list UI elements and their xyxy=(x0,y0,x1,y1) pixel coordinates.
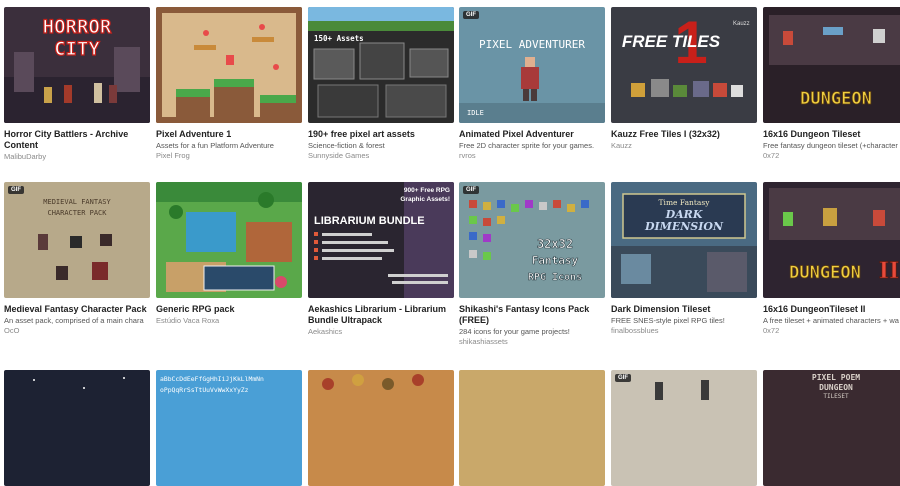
asset-author[interactable]: Aekashics xyxy=(308,327,454,337)
asset-card[interactable]: 32x32 Fantasy RPG Icons GIF Shikashi's F… xyxy=(459,182,605,347)
asset-card[interactable] xyxy=(308,370,454,486)
asset-thumbnail[interactable]: 150+ Assets xyxy=(308,7,454,123)
svg-text:Graphic Assets!: Graphic Assets! xyxy=(400,196,450,203)
asset-subtitle: FREE SNES-style pixel RPG tiles! xyxy=(611,316,725,325)
svg-text:LIBRARIUM BUNDLE: LIBRARIUM BUNDLE xyxy=(314,215,425,227)
asset-thumbnail[interactable] xyxy=(156,7,302,123)
asset-card[interactable]: PIXEL POEM DUNGEON TILESET xyxy=(763,370,900,486)
asset-card[interactable]: HORROR CITY Horror City Battlers - Archi… xyxy=(4,7,150,162)
asset-title[interactable]: Pixel Adventure 1 xyxy=(156,129,302,140)
asset-author[interactable]: finalbossblues xyxy=(611,326,757,336)
svg-text:DUNGEON: DUNGEON xyxy=(789,263,861,283)
gif-badge: GIF xyxy=(615,374,631,382)
asset-title[interactable]: Medieval Fantasy Character Pack xyxy=(4,304,150,315)
asset-title[interactable]: 190+ free pixel art assets xyxy=(308,129,454,140)
asset-subtitle: Science-fiction & forest xyxy=(308,141,385,150)
svg-text:900+ Free RPG: 900+ Free RPG xyxy=(404,187,450,194)
asset-author[interactable]: Estúdio Vaca Roxa xyxy=(156,316,302,326)
asset-card[interactable]: Pixel Adventure 1 Assets for a fun Platf… xyxy=(156,7,302,161)
svg-text:Time Fantasy: Time Fantasy xyxy=(659,198,711,207)
asset-card[interactable]: MEDIEVAL FANTASY CHARACTER PACK GIF Medi… xyxy=(4,182,150,336)
svg-text:DUNGEON: DUNGEON xyxy=(800,89,872,109)
asset-card[interactable]: 150+ Assets 190+ free pixel art assets S… xyxy=(308,7,454,161)
asset-card[interactable] xyxy=(4,370,150,486)
asset-thumbnail[interactable]: DUNGEON xyxy=(763,7,900,123)
asset-grid: HORROR CITY Horror City Battlers - Archi… xyxy=(0,0,900,486)
gif-badge: GIF xyxy=(463,186,479,194)
asset-author[interactable]: 0x72 xyxy=(763,151,900,161)
asset-subtitle: Assets for a fun Platform Adventure xyxy=(156,141,274,150)
asset-card[interactable] xyxy=(459,370,605,486)
asset-title[interactable]: Dark Dimension Tileset xyxy=(611,304,757,315)
asset-thumbnail[interactable]: 32x32 Fantasy RPG Icons GIF xyxy=(459,182,605,298)
asset-card[interactable]: Generic RPG pack Estúdio Vaca Roxa xyxy=(156,182,302,326)
asset-card[interactable]: 1 FREE TILES Kauzz Kauzz Free Tiles I (3… xyxy=(611,7,757,151)
asset-author[interactable]: MalibuDarby xyxy=(4,152,150,162)
asset-thumbnail[interactable]: PIXEL POEM DUNGEON TILESET xyxy=(763,370,900,486)
asset-thumbnail[interactable] xyxy=(4,370,150,486)
asset-thumbnail[interactable] xyxy=(308,370,454,486)
asset-title[interactable]: Generic RPG pack xyxy=(156,304,302,315)
svg-text:MEDIEVAL FANTASY: MEDIEVAL FANTASY xyxy=(43,198,111,206)
asset-thumbnail[interactable]: aBbCcDdEeFfGgHhIiJjKkLlMmNn oPpQqRrSsTtU… xyxy=(156,370,302,486)
asset-card[interactable]: 900+ Free RPG Graphic Assets! LIBRARIUM … xyxy=(308,182,454,337)
asset-thumbnail[interactable]: PIXEL ADVENTURER IDLE GIF xyxy=(459,7,605,123)
svg-text:TILESET: TILESET xyxy=(823,393,849,400)
asset-author[interactable]: rvros xyxy=(459,151,605,161)
asset-title[interactable]: Shikashi's Fantasy Icons Pack (FREE) xyxy=(459,304,605,326)
asset-card[interactable]: aBbCcDdEeFfGgHhIiJjKkLlMmNn oPpQqRrSsTtU… xyxy=(156,370,302,486)
svg-text:CHARACTER PACK: CHARACTER PACK xyxy=(47,209,107,217)
asset-thumbnail[interactable]: Time Fantasy DARK DIMENSION xyxy=(611,182,757,298)
asset-thumbnail[interactable]: 900+ Free RPG Graphic Assets! LIBRARIUM … xyxy=(308,182,454,298)
asset-card[interactable]: PIXEL ADVENTURER IDLE GIF Animated Pixel… xyxy=(459,7,605,161)
asset-thumbnail[interactable]: DUNGEON II xyxy=(763,182,900,298)
svg-text:32x32: 32x32 xyxy=(537,237,573,251)
asset-title[interactable]: Kauzz Free Tiles I (32x32) xyxy=(611,129,757,140)
svg-text:HORROR: HORROR xyxy=(43,16,112,38)
asset-title[interactable]: 16x16 DungeonTileset II xyxy=(763,304,900,315)
asset-subtitle: Free 2D character sprite for your games. xyxy=(459,141,595,150)
asset-thumbnail[interactable] xyxy=(156,182,302,298)
asset-author[interactable]: Pixel Frog xyxy=(156,151,302,161)
asset-subtitle: An asset pack, comprised of a main chara xyxy=(4,316,144,325)
svg-text:PIXEL ADVENTURER: PIXEL ADVENTURER xyxy=(479,38,585,51)
svg-text:CITY: CITY xyxy=(54,38,100,60)
asset-title[interactable]: 16x16 Dungeon Tileset xyxy=(763,129,900,140)
svg-text:RPG Icons: RPG Icons xyxy=(528,272,582,283)
asset-title[interactable]: Animated Pixel Adventurer xyxy=(459,129,605,140)
asset-thumbnail[interactable]: GIF xyxy=(611,370,757,486)
asset-thumbnail[interactable]: 1 FREE TILES Kauzz xyxy=(611,7,757,123)
svg-text:150+ Assets: 150+ Assets xyxy=(314,34,364,43)
asset-subtitle: Free fantasy dungeon tileset (+character xyxy=(763,141,898,150)
gif-badge: GIF xyxy=(8,186,24,194)
svg-text:IDLE: IDLE xyxy=(467,109,484,117)
svg-text:Kauzz: Kauzz xyxy=(733,21,750,27)
svg-text:PIXEL POEM: PIXEL POEM xyxy=(812,373,860,382)
svg-text:Fantasy: Fantasy xyxy=(532,254,579,267)
asset-thumbnail[interactable]: MEDIEVAL FANTASY CHARACTER PACK GIF xyxy=(4,182,150,298)
asset-card[interactable]: Time Fantasy DARK DIMENSION Dark Dimensi… xyxy=(611,182,757,336)
svg-text:DIMENSION: DIMENSION xyxy=(644,220,724,233)
asset-author[interactable]: Kauzz xyxy=(611,141,757,151)
svg-text:II: II xyxy=(879,258,900,284)
asset-author[interactable]: OcO xyxy=(4,326,150,336)
svg-text:aBbCcDdEeFfGgHhIiJjKkLlMmNn: aBbCcDdEeFfGgHhIiJjKkLlMmNn xyxy=(160,375,264,383)
svg-text:FREE TILES: FREE TILES xyxy=(622,32,721,51)
asset-title[interactable]: Aekashics Librarium - Librarium Bundle U… xyxy=(308,304,454,326)
svg-text:oPpQqRrSsTtUuVvWwXxYyZz: oPpQqRrSsTtUuVvWwXxYyZz xyxy=(160,386,249,394)
asset-thumbnail[interactable] xyxy=(459,370,605,486)
asset-card[interactable]: GIF xyxy=(611,370,757,486)
asset-subtitle: A free tileset + animated characters + w… xyxy=(763,316,899,325)
asset-author[interactable]: 0x72 xyxy=(763,326,900,336)
asset-author[interactable]: shikashiassets xyxy=(459,337,605,347)
asset-card[interactable]: DUNGEON 16x16 Dungeon Tileset Free fanta… xyxy=(763,7,900,161)
asset-subtitle: 284 icons for your game projects! xyxy=(459,327,570,336)
asset-title[interactable]: Horror City Battlers - Archive Content xyxy=(4,129,150,151)
gif-badge: GIF xyxy=(463,11,479,19)
asset-thumbnail[interactable]: HORROR CITY xyxy=(4,7,150,123)
svg-text:DUNGEON: DUNGEON xyxy=(819,383,853,392)
asset-author[interactable]: Sunnyside Games xyxy=(308,151,454,161)
asset-card[interactable]: DUNGEON II 16x16 DungeonTileset II A fre… xyxy=(763,182,900,336)
